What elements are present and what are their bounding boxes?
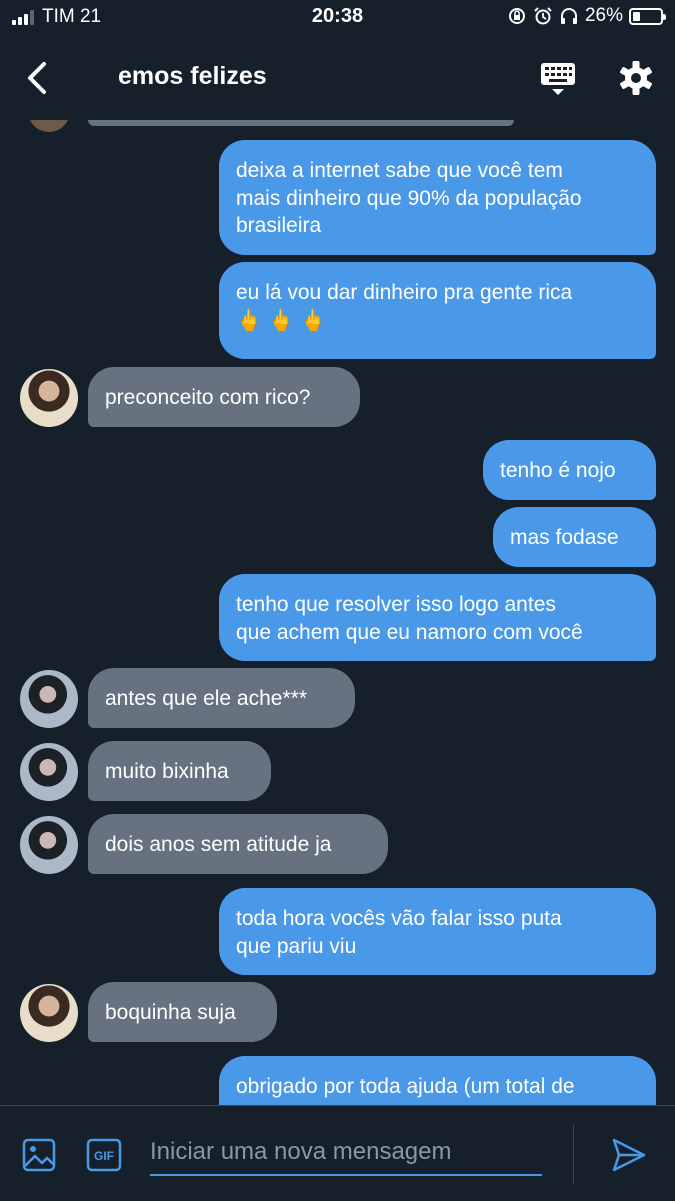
conversation-header: emos felizes xyxy=(0,36,675,120)
rotation-lock-icon xyxy=(508,8,525,24)
gif-icon[interactable]: GIF xyxy=(86,1138,122,1172)
battery-percent: 26% xyxy=(584,5,623,26)
received-message[interactable]: antes que ele ache*** xyxy=(88,668,355,728)
sent-message[interactable]: tenho que resolver isso logo antes que a… xyxy=(219,574,656,661)
conversation-title: emos felizes xyxy=(118,62,267,90)
battery-icon xyxy=(629,7,666,25)
headphones-icon xyxy=(560,8,577,24)
alarm-icon xyxy=(534,7,552,25)
message-list[interactable]: deixa a internet sabe que você tem mais … xyxy=(0,120,675,1105)
received-message[interactable]: boquinha suja xyxy=(88,982,277,1042)
sent-message[interactable]: mas fodase xyxy=(493,507,656,567)
avatar[interactable] xyxy=(20,984,78,1042)
sent-message[interactable]: obrigado por toda ajuda (um total de xyxy=(219,1056,656,1105)
avatar[interactable] xyxy=(28,120,70,132)
received-message[interactable]: dois anos sem atitude ja xyxy=(88,814,388,874)
sent-message[interactable]: deixa a internet sabe que você tem mais … xyxy=(219,140,656,255)
send-icon[interactable] xyxy=(610,1136,648,1174)
divider xyxy=(573,1124,574,1184)
avatar[interactable] xyxy=(20,670,78,728)
avatar[interactable] xyxy=(20,816,78,874)
received-message[interactable]: muito bixinha xyxy=(88,741,271,801)
back-arrow-icon[interactable] xyxy=(20,58,56,98)
sent-message[interactable]: eu lá vou dar dinheiro pra gente rica 🖕 … xyxy=(219,262,656,359)
message-input[interactable] xyxy=(150,1130,542,1176)
sent-message[interactable]: tenho é nojo xyxy=(483,440,656,500)
message-composer: GIF xyxy=(0,1105,675,1201)
previous-message-bubble xyxy=(88,120,514,126)
settings-gear-icon[interactable] xyxy=(618,60,654,96)
avatar[interactable] xyxy=(20,743,78,801)
received-message[interactable]: preconceito com rico? xyxy=(88,367,360,427)
keyboard-icon[interactable] xyxy=(540,61,576,97)
status-bar: TIM 21 20:38 26% xyxy=(0,0,675,36)
sent-message[interactable]: toda hora vocês vão falar isso puta que … xyxy=(219,888,656,975)
gif-label: GIF xyxy=(94,1149,114,1163)
avatar[interactable] xyxy=(20,369,78,427)
image-icon[interactable] xyxy=(22,1138,56,1172)
